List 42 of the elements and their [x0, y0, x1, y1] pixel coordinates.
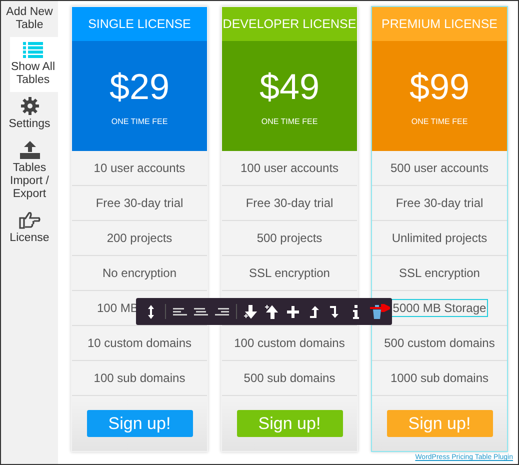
feature-cell: 10 custom domains — [87, 336, 192, 350]
feature-cell: 500 custom domains — [384, 336, 495, 350]
feature-cell: Free 30-day trial — [396, 196, 484, 210]
feature-cell: 100 custom domains — [234, 336, 345, 350]
feature-cell: 500 projects — [256, 231, 322, 245]
feature-cell: No encryption — [102, 266, 177, 280]
feature-cell: 1000 sub domains — [390, 371, 489, 385]
hand-pointing-icon — [18, 211, 40, 229]
feature-cell: 10 user accounts — [94, 161, 186, 175]
sidebar-item[interactable]: License — [1, 206, 58, 250]
feature-cell: Free 30-day trial — [246, 196, 334, 210]
feature-cell: Free 30-day trial — [96, 196, 184, 210]
arrow-icon[interactable] — [307, 304, 321, 318]
feature-cell: Unlimited projects — [392, 231, 488, 245]
feature-cell: 500 user accounts — [390, 161, 489, 175]
plus-icon[interactable] — [286, 304, 300, 318]
list-icon — [23, 42, 43, 58]
arrow-icon — [370, 304, 390, 312]
price: $49 — [259, 66, 320, 106]
fee-label: ONE TIME FEE — [111, 116, 168, 126]
feature-cell: 100 sub domains — [94, 371, 186, 385]
sidebar-item[interactable]: Show All Tables — [10, 37, 58, 92]
sidebar-item[interactable]: Add New Table — [1, 1, 58, 37]
arrow-icon[interactable] — [244, 304, 258, 318]
price: $99 — [409, 66, 470, 106]
feature-cell: 100 user accounts — [240, 161, 339, 175]
plan-title: DEVELOPER LICENSE — [222, 17, 356, 31]
fee-label: ONE TIME FEE — [411, 116, 468, 126]
feature-cell: SSL encryption — [399, 266, 480, 280]
arrow-icon[interactable] — [265, 304, 279, 318]
feature-cell: 200 projects — [106, 231, 172, 245]
gear-icon — [20, 97, 38, 115]
fee-label: ONE TIME FEE — [261, 116, 318, 126]
price: $29 — [109, 66, 170, 106]
plan-title: SINGLE LICENSE — [88, 17, 191, 31]
sidebar-item[interactable]: Tables Import / Export — [1, 136, 58, 206]
feature-cell[interactable]: 5000 MB Storage — [390, 299, 488, 317]
upload-icon — [20, 141, 40, 159]
feature-cell: 500 sub domains — [244, 371, 336, 385]
plan-title: PREMIUM LICENSE — [382, 17, 498, 31]
feature-cell: SSL encryption — [249, 266, 330, 280]
sidebar-item[interactable]: Settings — [1, 92, 58, 136]
